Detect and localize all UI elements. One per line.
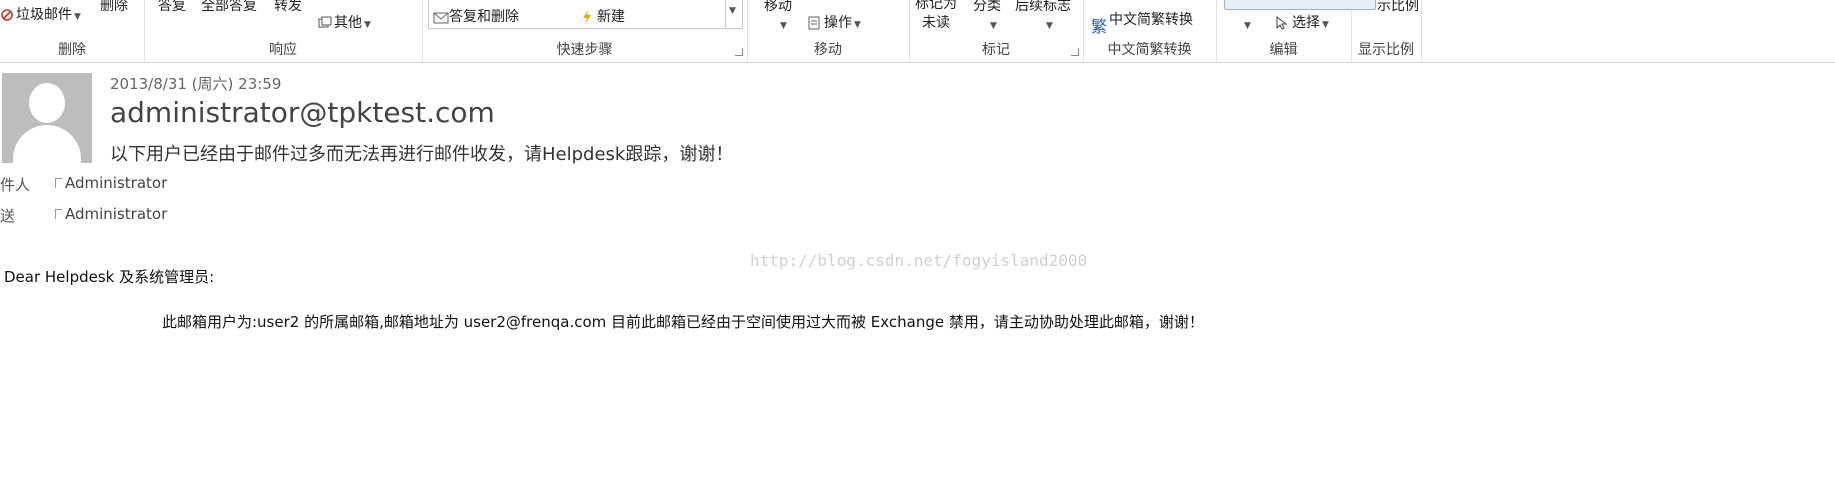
respond-group-label: 响应 bbox=[269, 42, 297, 58]
move-caret[interactable]: ▼ bbox=[778, 16, 787, 32]
select-label: 选择 bbox=[1292, 15, 1320, 31]
junk-label: 垃圾邮件 bbox=[16, 7, 72, 23]
zoom-group-label: 显示比例 bbox=[1358, 42, 1414, 58]
quicksteps-group-label: 快速步骤 bbox=[556, 42, 613, 58]
avatar-head-icon bbox=[29, 83, 65, 123]
ribbon: 垃圾邮件 ▼ 删除 删除 答复 全部答复 转发 其他 ▼ 响应 快速步骤 答复和… bbox=[0, 0, 1835, 63]
respond-group: 答复 全部答复 转发 其他 ▼ 响应 bbox=[144, 0, 423, 62]
move-group: 移动 ▼ 操作 ▼ 移动 bbox=[747, 0, 910, 62]
lightning-icon bbox=[581, 10, 595, 24]
move-label: 移动 bbox=[764, 0, 792, 14]
categorize-button[interactable]: 分类 bbox=[973, 0, 1001, 15]
new-quickstep[interactable]: 新建 bbox=[581, 6, 625, 26]
reply-button[interactable]: 答复 bbox=[158, 0, 186, 15]
more-respond-button[interactable]: 其他 ▼ bbox=[318, 12, 371, 32]
avatar-body-icon bbox=[13, 125, 81, 163]
move-group-label: 移动 bbox=[814, 42, 842, 58]
chinese-convert-label: 中文简繁转换 bbox=[1109, 12, 1194, 28]
followup-button[interactable]: 后续标志 bbox=[1015, 0, 1071, 15]
chevron-down-icon: ▼ bbox=[780, 21, 787, 31]
actions-label: 操作 bbox=[824, 15, 852, 31]
cc-label: 抄送 bbox=[0, 207, 16, 225]
dialog-launcher-icon[interactable] bbox=[735, 48, 743, 56]
forward-button[interactable]: 转发 bbox=[274, 0, 302, 15]
followup-label: 后续标志 bbox=[1015, 0, 1071, 14]
reply-delete-label: 答复和删除 bbox=[449, 9, 519, 25]
chinese-group-label: 中文简繁转换 bbox=[1107, 42, 1192, 58]
dialog-launcher-icon[interactable] bbox=[1071, 48, 1079, 56]
to-recipient[interactable]: Administrator bbox=[55, 174, 167, 192]
zoom-button[interactable]: 示比例 bbox=[1377, 0, 1419, 15]
categorize-caret[interactable]: ▼ bbox=[988, 16, 997, 32]
chinese-convert-group: 繁中文简繁转换 中文简繁转换 bbox=[1083, 0, 1217, 62]
mini-toolbar bbox=[1224, 0, 1376, 10]
mark-unread-button[interactable]: 标记为 未读 bbox=[915, 0, 957, 33]
categorize-label: 分类 bbox=[973, 0, 1001, 14]
message-date: 2013/8/31 (周六) 23:59 bbox=[110, 75, 282, 93]
followup-caret[interactable]: ▼ bbox=[1044, 16, 1053, 32]
zoom-label: 示比例 bbox=[1377, 0, 1419, 14]
to-value: Administrator bbox=[65, 174, 168, 192]
forward-label: 转发 bbox=[274, 0, 302, 14]
chevron-down-icon: ▼ bbox=[729, 6, 736, 16]
cursor-icon bbox=[1276, 15, 1290, 30]
chevron-down-icon: ▼ bbox=[1322, 20, 1329, 30]
chevron-down-icon: ▼ bbox=[990, 21, 997, 31]
to-label: 收件人 bbox=[0, 176, 31, 194]
tags-group-label: 标记 bbox=[982, 42, 1010, 58]
junk-button[interactable]: 垃圾邮件 ▼ bbox=[0, 4, 81, 24]
message-subject: 以下用户已经由于邮件过多而无法再进行邮件收发，请Helpdesk跟踪，谢谢！ bbox=[110, 144, 734, 165]
delete-group: 垃圾邮件 ▼ 删除 删除 bbox=[0, 0, 145, 62]
message-body: 此邮箱用户为:user2 的所属邮箱,邮箱地址为 user2@frenqa.co… bbox=[162, 313, 1204, 331]
reply-all-button[interactable]: 全部答复 bbox=[201, 0, 257, 15]
more-icon bbox=[318, 16, 332, 30]
envelope-icon bbox=[433, 10, 449, 24]
contact-icon bbox=[55, 209, 62, 219]
chevron-down-icon: ▼ bbox=[1244, 21, 1251, 31]
delete-label: 删除 bbox=[100, 0, 128, 14]
chevron-down-icon: ▼ bbox=[364, 20, 371, 30]
gallery-scroll[interactable]: ▼ bbox=[725, 0, 742, 28]
junk-icon bbox=[0, 8, 14, 22]
reply-delete-quickstep[interactable]: 答复和删除 bbox=[433, 6, 519, 26]
actions-icon bbox=[808, 16, 822, 30]
reply-all-label: 全部答复 bbox=[201, 0, 257, 14]
cc-recipient[interactable]: Administrator bbox=[55, 205, 167, 223]
reading-pane: 2013/8/31 (周六) 23:59 administrator@tpkte… bbox=[0, 63, 1835, 501]
move-button[interactable]: 移动 bbox=[764, 0, 792, 15]
chevron-down-icon: ▼ bbox=[74, 12, 81, 22]
avatar bbox=[2, 73, 92, 163]
quicksteps-gallery: 答复和删除 新建 ▼ bbox=[428, 0, 743, 29]
reply-label: 答复 bbox=[158, 0, 186, 14]
more-label: 其他 bbox=[334, 15, 362, 31]
actions-button[interactable]: 操作 ▼ bbox=[808, 12, 861, 32]
editing-group-label: 编辑 bbox=[1269, 42, 1298, 58]
find-caret[interactable]: ▼ bbox=[1242, 16, 1251, 32]
chevron-down-icon: ▼ bbox=[1046, 21, 1053, 31]
convert-icon: 繁 bbox=[1091, 17, 1108, 36]
sender-name[interactable]: administrator@tpktest.com bbox=[110, 96, 495, 129]
delete-group-label: 删除 bbox=[58, 42, 86, 58]
mark-unread-line2: 未读 bbox=[922, 15, 950, 31]
chevron-down-icon: ▼ bbox=[854, 20, 861, 30]
watermark: http://blog.csdn.net/fogyisland2000 bbox=[750, 251, 1088, 270]
chinese-convert-button[interactable]: 繁中文简繁转换 bbox=[1091, 9, 1194, 36]
contact-icon bbox=[55, 178, 62, 188]
new-label: 新建 bbox=[597, 9, 625, 25]
tags-group: 标记为 未读 分类 ▼ 后续标志 ▼ 标记 bbox=[909, 0, 1084, 62]
mark-unread-line1: 标记为 bbox=[915, 0, 957, 12]
cc-value: Administrator bbox=[65, 205, 168, 223]
select-button[interactable]: 选择 ▼ bbox=[1276, 12, 1329, 32]
delete-button[interactable]: 删除 bbox=[100, 0, 128, 15]
message-greeting: Dear Helpdesk 及系统管理员: bbox=[4, 268, 215, 286]
